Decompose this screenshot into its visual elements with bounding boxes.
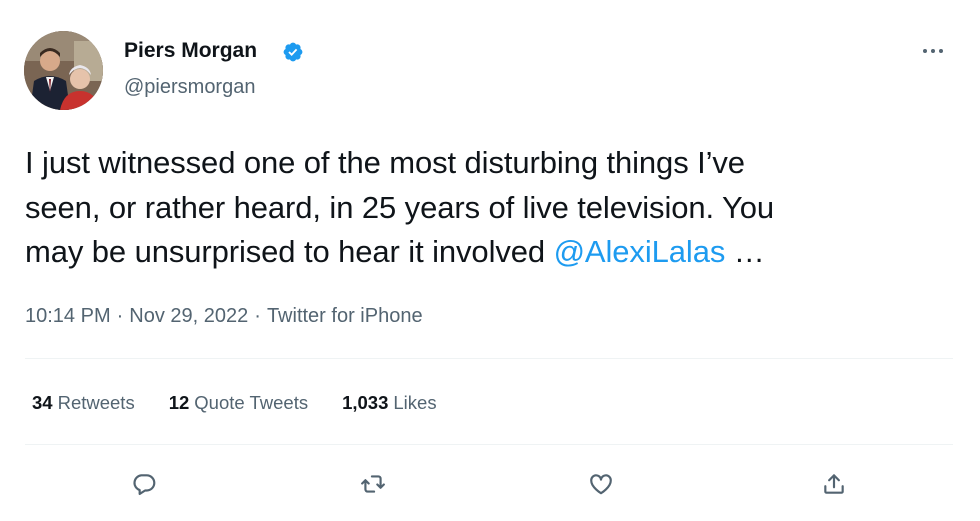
avatar[interactable] — [24, 31, 103, 110]
share-icon — [824, 474, 844, 494]
meta-separator: · — [254, 305, 261, 327]
more-options-icon — [923, 49, 943, 53]
tweet-time[interactable]: 10:14 PM — [25, 305, 111, 327]
tweet-text-line-2: seen, or rather heard, in 25 years of li… — [25, 189, 774, 225]
retweets-label: Retweets — [57, 392, 135, 413]
retweet-button[interactable] — [351, 462, 395, 506]
mention-link[interactable]: @AlexiLalas — [554, 234, 726, 269]
tweet-stats: 34 Retweets 12 Quote Tweets 1,033 Likes — [32, 390, 437, 416]
retweets-stat[interactable]: 34 Retweets — [32, 390, 135, 416]
tweet-metadata: 10:14 PM · Nov 29, 2022 · Twitter for iPhone — [25, 302, 423, 330]
retweet-icon — [361, 475, 385, 493]
tweet-text-ellipsis: … — [725, 234, 765, 269]
retweets-count: 34 — [32, 392, 53, 413]
likes-count: 1,033 — [342, 392, 389, 413]
quote-tweets-label: Quote Tweets — [194, 392, 309, 413]
more-options-button[interactable] — [915, 38, 951, 64]
tweet-text-line-3: may be unsurprised to hear it involved @… — [25, 230, 955, 275]
likes-stat[interactable]: 1,033 Likes — [342, 390, 437, 416]
share-button[interactable] — [812, 462, 856, 506]
meta-separator: · — [116, 305, 124, 327]
tweet-text-line-3-prefix: may be unsurprised to hear it involved — [25, 234, 554, 269]
tweet-text: I just witnessed one of the most disturb… — [25, 141, 955, 275]
quote-tweets-count: 12 — [168, 392, 190, 413]
tweet-card: Piers Morgan @piersmorgan I just witness… — [0, 0, 980, 521]
verified-badge-icon — [283, 42, 303, 62]
tweet-source[interactable]: Twitter for iPhone — [267, 305, 423, 327]
quote-tweets-stat[interactable]: 12 Quote Tweets — [169, 390, 308, 416]
heart-icon — [590, 474, 612, 495]
tweet-actions — [0, 462, 980, 506]
avatar-image — [24, 31, 103, 110]
divider — [25, 358, 953, 359]
author-display-name[interactable]: Piers Morgan — [124, 38, 257, 64]
tweet-text-line-1: I just witnessed one of the most disturb… — [25, 145, 745, 180]
likes-label: Likes — [393, 392, 437, 413]
like-button[interactable] — [579, 462, 623, 506]
divider — [25, 444, 953, 445]
author-handle[interactable]: @piersmorgan — [124, 74, 255, 100]
reply-icon — [133, 474, 156, 496]
tweet-date[interactable]: Nov 29, 2022 — [129, 305, 248, 327]
reply-button[interactable] — [122, 462, 166, 506]
